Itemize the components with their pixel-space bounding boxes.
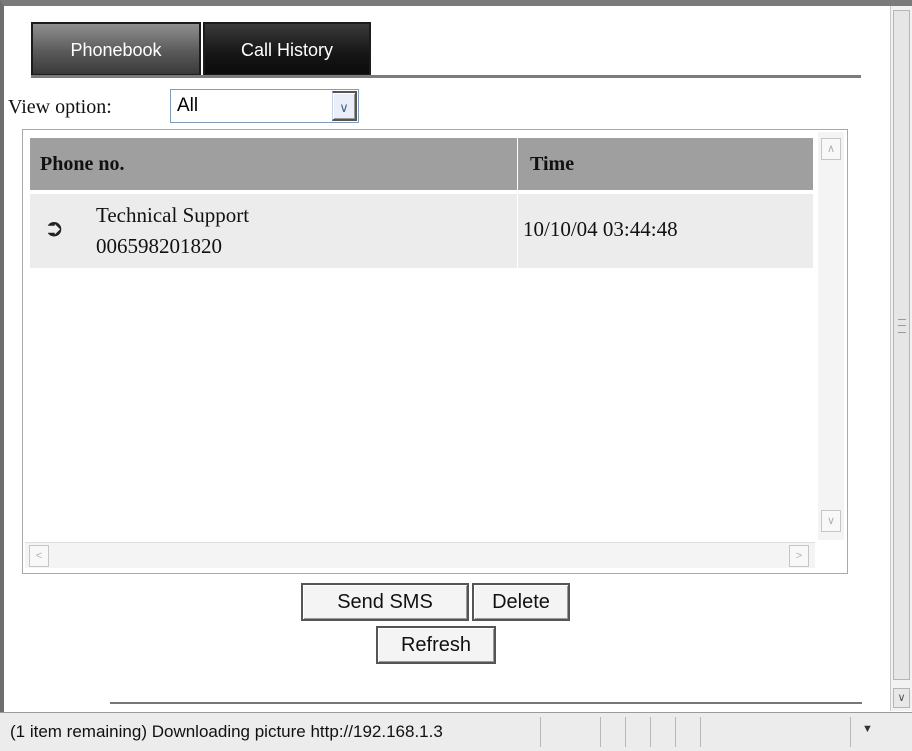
table-row[interactable]: ➲ [30,194,90,268]
list-horizontal-scrollbar[interactable]: < > [25,542,815,568]
column-header-time[interactable]: Time [518,138,813,190]
contact-name: Technical Support [96,203,250,227]
scroll-down-icon[interactable]: ∨ [821,510,841,532]
scroll-thumb[interactable] [893,10,910,680]
page-vertical-scrollbar[interactable]: ∨ [890,6,912,711]
status-bar: (1 item remaining) Downloading picture h… [0,712,912,751]
scroll-down-icon[interactable]: ∨ [893,688,910,708]
chevron-down-icon[interactable]: ∨ [332,91,357,121]
refresh-button[interactable]: Refresh [376,626,496,664]
tab-divider [31,75,861,78]
table-row[interactable]: Technical Support 006598201820 [90,194,517,268]
view-option-select[interactable]: All ∨ [170,89,359,123]
call-history-list: Phone no. Time ➲ Technical Support 00659… [22,129,848,574]
send-sms-button[interactable]: Send SMS [301,583,469,621]
status-text: (1 item remaining) Downloading picture h… [10,722,443,741]
scroll-left-icon[interactable]: < [29,545,49,567]
scroll-up-icon[interactable]: ∧ [821,138,841,160]
view-option-label: View option: [8,96,112,118]
view-option-value: All [177,95,199,116]
status-dropdown-icon[interactable]: ▼ [862,723,873,735]
phone-number: 006598201820 [96,234,222,258]
tab-call-history[interactable]: Call History [203,22,371,76]
outgoing-call-icon: ➲ [44,216,65,242]
delete-button[interactable]: Delete [472,583,570,621]
list-vertical-scrollbar[interactable]: ∧ ∨ [818,132,844,540]
column-header-phone[interactable]: Phone no. [30,138,517,190]
tab-phonebook[interactable]: Phonebook [31,22,201,76]
call-time: 10/10/04 03:44:48 [523,217,678,241]
table-row[interactable]: 10/10/04 03:44:48 [518,194,813,268]
scroll-right-icon[interactable]: > [789,545,809,567]
divider [110,702,862,704]
